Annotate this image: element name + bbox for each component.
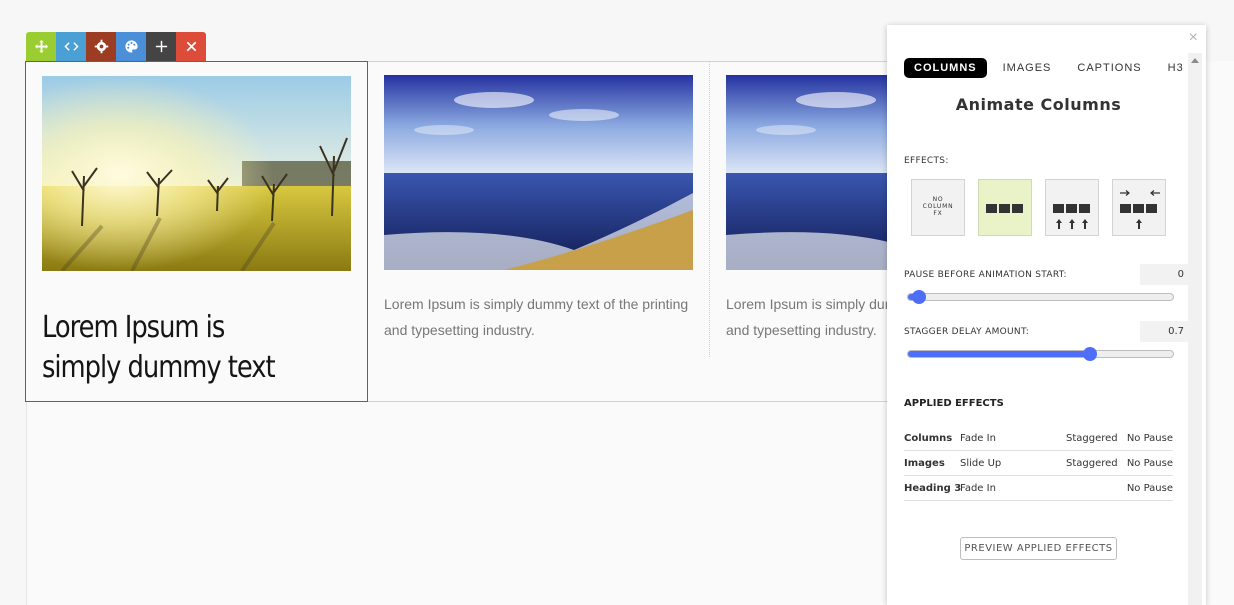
panel-tabs: COLUMNS IMAGES CAPTIONS H3 <box>904 58 1200 78</box>
plus-icon[interactable] <box>146 32 176 61</box>
pause-value-input[interactable]: 0 <box>1140 264 1190 285</box>
table-row: Heading 3 Fade In No Pause <box>904 476 1173 501</box>
effect-slide-up[interactable] <box>1045 179 1099 236</box>
applied-effects-table: Columns Fade In Staggered No Pause Image… <box>904 426 1173 501</box>
column-toolbar <box>26 32 206 61</box>
stagger-slider[interactable] <box>907 347 1174 361</box>
column-2[interactable]: Lorem Ipsum is simply dummy text of the … <box>368 61 710 402</box>
arrows-inward-icon <box>1120 190 1160 196</box>
column-block-icon <box>999 204 1010 213</box>
sea-beach-image <box>384 75 693 270</box>
panel-title: Animate Columns <box>955 95 1122 114</box>
column-block-icon <box>1053 204 1064 213</box>
arrow-up-icon <box>1069 219 1075 229</box>
column-caption: Lorem Ipsum is simply dummy text of the … <box>726 296 910 338</box>
column-block-icon <box>1133 204 1144 213</box>
column-1[interactable]: Lorem Ipsum is simply dummy text <box>25 61 368 402</box>
column-3[interactable]: Lorem Ipsum is simply dummy text of the … <box>710 61 910 402</box>
applied-target: Images <box>904 458 945 469</box>
slider-thumb[interactable] <box>1082 347 1097 361</box>
pause-slider[interactable] <box>907 290 1174 304</box>
column-block-icon <box>1066 204 1077 213</box>
tab-columns[interactable]: COLUMNS <box>904 58 987 78</box>
animation-panel: × COLUMNS IMAGES CAPTIONS H3 Animate Col… <box>887 25 1206 605</box>
column-block-icon <box>1146 204 1157 213</box>
effect-fade-in[interactable] <box>978 179 1032 236</box>
applied-target: Heading 3 <box>904 483 962 494</box>
applied-pause: No Pause <box>1126 433 1173 444</box>
sea-beach-image <box>726 75 910 270</box>
applied-pause: No Pause <box>1126 483 1173 494</box>
stagger-value-input[interactable]: 0.7 <box>1140 321 1190 342</box>
arrow-up-icon <box>1056 219 1062 229</box>
move-icon[interactable] <box>26 32 56 61</box>
slider-thumb[interactable] <box>911 290 926 304</box>
tab-captions[interactable]: CAPTIONS <box>1067 58 1151 78</box>
column-block-icon <box>1079 204 1090 213</box>
effect-slide-in[interactable] <box>1112 179 1166 236</box>
column-heading: Lorem Ipsum is simply dummy text <box>42 310 276 385</box>
column-caption: Lorem Ipsum is simply dummy text of the … <box>384 296 689 338</box>
applied-target: Columns <box>904 433 953 444</box>
table-row: Columns Fade In Staggered No Pause <box>904 426 1173 451</box>
applied-effect: Fade In <box>960 433 996 444</box>
slider-fill <box>908 351 1090 357</box>
applied-effect: Slide Up <box>960 458 1002 469</box>
column-block-icon <box>1012 204 1023 213</box>
tab-images[interactable]: IMAGES <box>993 58 1062 78</box>
table-row: Images Slide Up Staggered No Pause <box>904 451 1173 476</box>
effect-no-column-fx[interactable]: NO COLUMN FX <box>911 179 965 236</box>
gear-icon[interactable] <box>86 32 116 61</box>
preview-applied-effects-button[interactable]: PREVIEW APPLIED EFFECTS <box>960 537 1117 560</box>
effect-label: NO COLUMN FX <box>922 196 954 217</box>
close-icon[interactable]: × <box>1189 29 1198 47</box>
applied-stagger: Staggered <box>1066 433 1118 444</box>
close-icon[interactable] <box>176 32 206 61</box>
applied-pause: No Pause <box>1126 458 1173 469</box>
code-icon[interactable] <box>56 32 86 61</box>
applied-stagger: Staggered <box>1066 458 1118 469</box>
effects-label: EFFECTS: <box>904 156 949 166</box>
tab-h3[interactable]: H3 <box>1158 58 1194 78</box>
pause-label: PAUSE BEFORE ANIMATION START: <box>904 270 1067 280</box>
arrow-up-icon <box>1082 219 1088 229</box>
column-block-icon <box>986 204 997 213</box>
stagger-label: STAGGER DELAY AMOUNT: <box>904 327 1030 337</box>
column-block-icon <box>1120 204 1131 213</box>
palette-icon[interactable] <box>116 32 146 61</box>
arrow-up-icon <box>1136 219 1142 229</box>
applied-effect: Fade In <box>960 483 996 494</box>
sunny-field-image <box>42 76 351 273</box>
panel-scrollbar[interactable] <box>1188 53 1202 605</box>
applied-effects-title: APPLIED EFFECTS <box>904 398 1004 409</box>
